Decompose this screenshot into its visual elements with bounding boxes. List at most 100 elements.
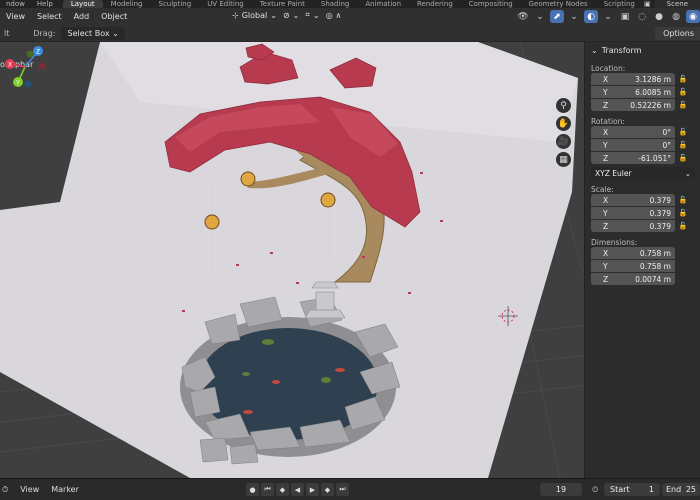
mode-stub[interactable]: lt (0, 29, 9, 38)
tab-scripting[interactable]: Scripting (596, 0, 643, 8)
start-frame-field[interactable]: Start 1 (604, 483, 660, 496)
location-x-value: 3.1286 m (635, 74, 671, 84)
tab-shading[interactable]: Shading (313, 0, 357, 8)
drag-select-value: Select Box (67, 28, 110, 38)
lock-icon[interactable]: 🔓 (675, 209, 691, 217)
tab-layout[interactable]: Layout (62, 0, 103, 8)
dimensions-x-field[interactable]: X 0.758 m (591, 247, 675, 259)
lock-icon[interactable]: 🔓 (675, 141, 691, 149)
axis-label: Z (603, 153, 609, 163)
location-y-field[interactable]: Y 6.0085 m (591, 86, 675, 98)
pivot-icon: ⊘ (282, 10, 290, 20)
location-z-field[interactable]: Z 0.52226 m (591, 99, 675, 111)
transform-panel-header[interactable]: ⌄ Transform (585, 42, 700, 58)
location-z-value: 0.52226 m (630, 100, 671, 110)
tab-compositing[interactable]: Compositing (461, 0, 521, 8)
drag-select-dropdown[interactable]: Select Box ⌄ (61, 26, 125, 40)
chevron-down-icon[interactable]: ⌄ (533, 10, 547, 23)
solid-shading-icon[interactable]: ● (652, 10, 666, 23)
chevron-down-icon[interactable]: ⌄ (601, 10, 615, 23)
dimensions-x-value: 0.758 m (639, 248, 671, 258)
lock-icon[interactable]: 🔓 (675, 196, 691, 204)
end-frame-field[interactable]: End 25 (662, 483, 700, 496)
proportional-edit[interactable]: ◎ ∧ (326, 11, 342, 20)
axis-label: Y (603, 208, 608, 218)
tab-sculpting[interactable]: Sculpting (151, 0, 200, 8)
grid-toggle-icon[interactable]: ▦ (556, 152, 571, 167)
rendered-shading-icon[interactable]: ◉ (686, 10, 700, 23)
lock-icon[interactable]: 🔓 (675, 128, 691, 136)
orientation-value: Global (241, 10, 268, 20)
menu-view[interactable]: View (0, 12, 31, 21)
snap-dropdown[interactable]: ⌗ ⌄ (305, 10, 319, 20)
editor-type-icon[interactable]: ⏱ (0, 485, 14, 495)
jump-end-icon[interactable]: ⏭ (336, 483, 349, 496)
camera-view-icon[interactable]: 🎥 (556, 134, 571, 149)
tab-uv-editing[interactable]: UV Editing (199, 0, 252, 8)
scene-selector[interactable]: ▣ Scene (644, 0, 700, 8)
menu-add[interactable]: Add (68, 12, 96, 21)
pivot-dropdown[interactable]: ⊘ ⌄ (283, 11, 299, 20)
rotation-x-field[interactable]: X 0° (591, 126, 675, 138)
pan-hand-icon[interactable]: ✋ (556, 116, 571, 131)
lock-icon[interactable]: 🔓 (675, 222, 691, 230)
orientation-dropdown[interactable]: ⊹ Global ⌄ (232, 11, 277, 20)
visibility-icon[interactable]: 👁 (516, 10, 530, 23)
tab-texture-paint[interactable]: Texture Paint (252, 0, 313, 8)
3d-viewport[interactable]: onuphar Z Y X ⚲ ✋ 🎥 ▦ ⌄ Transform Locati… (0, 42, 700, 478)
rotation-mode-dropdown[interactable]: XYZ Euler ⌄ (591, 167, 695, 179)
tab-rendering[interactable]: Rendering (409, 0, 461, 8)
options-button[interactable]: Options (655, 27, 700, 40)
dimensions-z-value: 0.0074 m (635, 274, 671, 284)
dimensions-z-field[interactable]: Z 0.0074 m (591, 273, 675, 285)
navigation-gizmo[interactable]: Z Y X (0, 42, 50, 92)
tool-settings-bar: lt Drag: Select Box ⌄ Options (0, 25, 700, 42)
scale-label: Scale: (591, 185, 614, 194)
lock-icon[interactable]: 🔓 (675, 75, 691, 83)
jump-start-icon[interactable]: ⏮ (261, 483, 274, 496)
wireframe-shading-icon[interactable]: ◌ (635, 10, 649, 23)
current-frame-field[interactable]: 19 (540, 483, 582, 496)
dimensions-z-row: Z 0.0074 m (591, 273, 700, 285)
axis-label: X (603, 248, 609, 258)
overlay-toggle-icon[interactable]: ◐ (584, 10, 598, 23)
rotation-y-field[interactable]: Y 0° (591, 139, 675, 151)
viewport-header: View Select Add Object ⊹ Global ⌄ ⊘ ⌄ ⌗ … (0, 8, 700, 25)
rotation-z-field[interactable]: Z -61.051° (591, 152, 675, 164)
menu-help[interactable]: Help (31, 0, 59, 8)
gizmo-toggle-icon[interactable]: ⬈ (550, 10, 564, 23)
xray-icon[interactable]: ▣ (618, 10, 632, 23)
timeline-menu-view[interactable]: View (14, 485, 45, 494)
menu-window[interactable]: ndow (0, 0, 31, 8)
tab-geometry-nodes[interactable]: Geometry Nodes (521, 0, 596, 8)
scale-z-field[interactable]: Z 0.379 (591, 220, 675, 232)
lock-icon[interactable]: 🔓 (675, 101, 691, 109)
location-x-field[interactable]: X 3.1286 m (591, 73, 675, 85)
dimensions-y-field[interactable]: Y 0.758 m (591, 260, 675, 272)
axis-label: Y (603, 87, 608, 97)
menu-select[interactable]: Select (31, 12, 68, 21)
lock-icon[interactable]: 🔓 (675, 88, 691, 96)
chevron-down-icon: ⌄ (292, 10, 300, 20)
play-icon[interactable]: ▶ (306, 483, 319, 496)
zoom-icon[interactable]: ⚲ (556, 98, 571, 113)
record-icon[interactable]: ● (246, 483, 259, 496)
timeline-menu-marker[interactable]: Marker (45, 485, 85, 494)
dimensions-x-row: X 0.758 m (591, 247, 700, 259)
material-shading-icon[interactable]: ◍ (669, 10, 683, 23)
rotation-mode-value: XYZ Euler (595, 168, 632, 178)
chevron-down-icon[interactable]: ⌄ (567, 10, 581, 23)
scale-x-field[interactable]: X 0.379 (591, 194, 675, 206)
tab-animation[interactable]: Animation (357, 0, 409, 8)
lock-icon[interactable]: 🔓 (675, 154, 691, 162)
scale-y-field[interactable]: Y 0.379 (591, 207, 675, 219)
tab-modeling[interactable]: Modeling (103, 0, 151, 8)
menu-object[interactable]: Object (95, 12, 133, 21)
scale-z-row: Z 0.379 🔓 (591, 220, 700, 232)
prev-keyframe-icon[interactable]: ◆ (276, 483, 289, 496)
play-reverse-icon[interactable]: ◀ (291, 483, 304, 496)
clock-icon[interactable]: ⏲ (592, 483, 598, 496)
scene-field[interactable]: Scene (654, 0, 700, 8)
next-keyframe-icon[interactable]: ◆ (321, 483, 334, 496)
scale-x-row: X 0.379 🔓 (591, 194, 700, 206)
